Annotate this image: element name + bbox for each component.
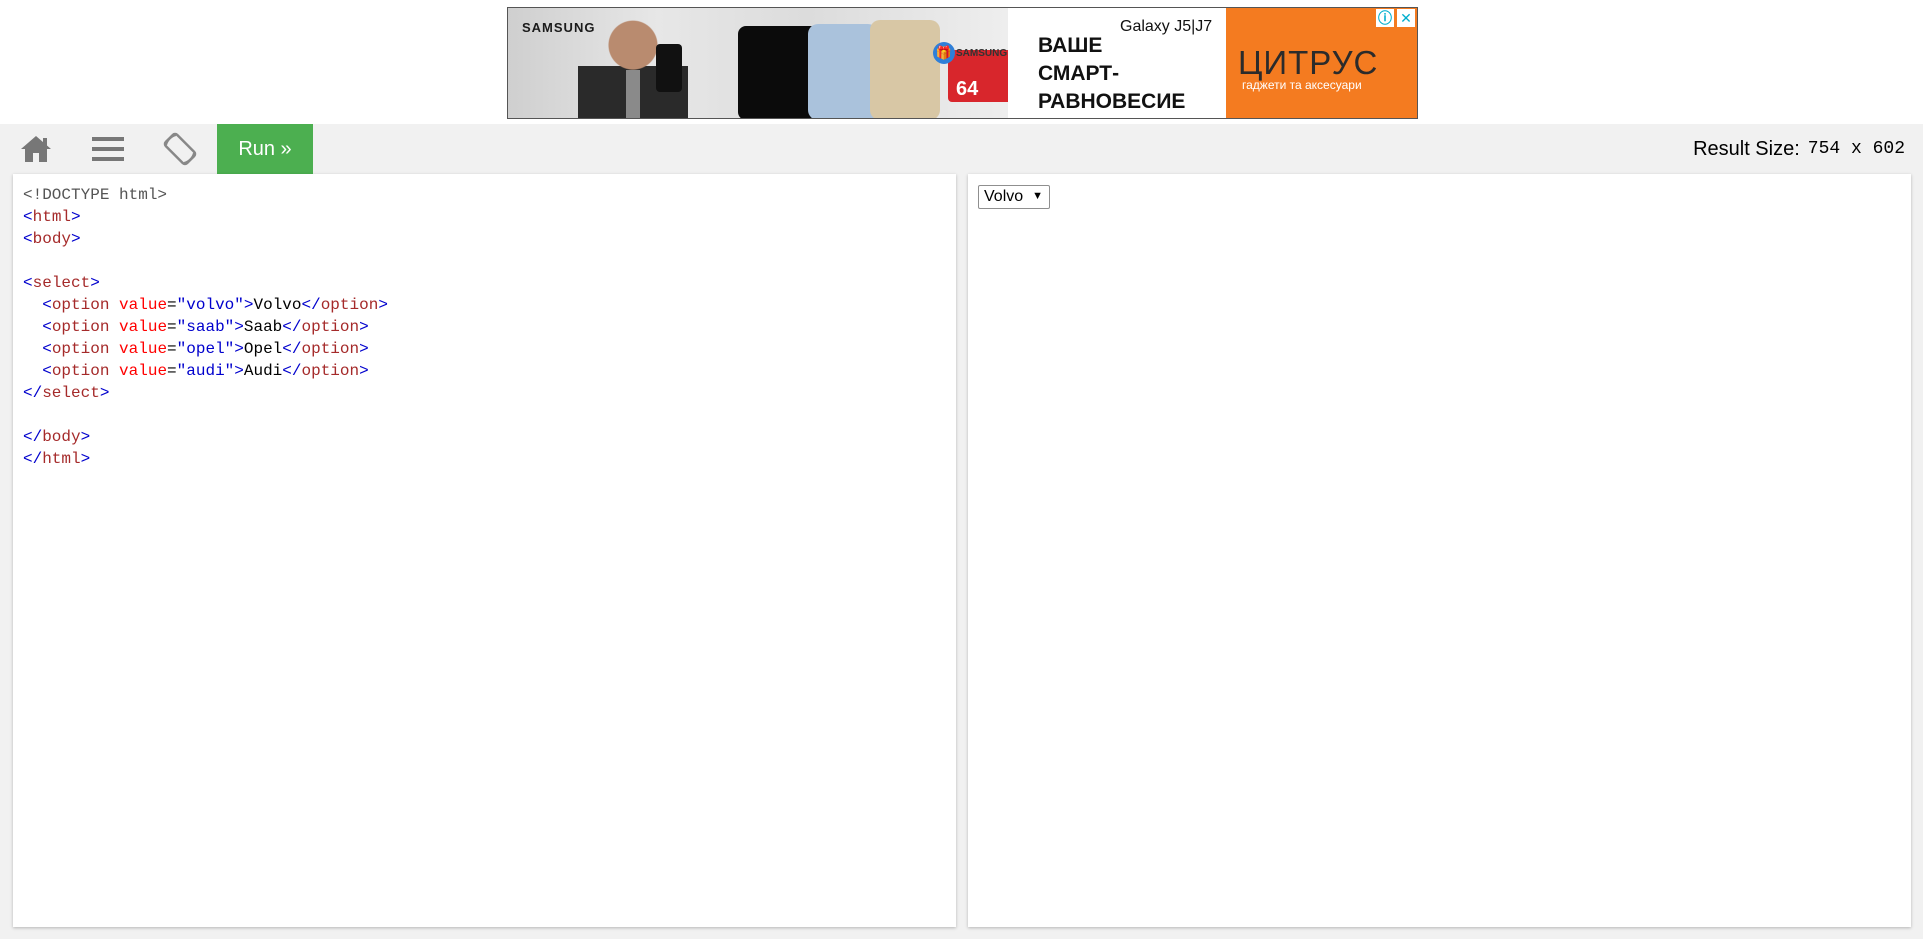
code-line: <option value="volvo">Volvo</option> [42, 296, 388, 314]
gift-icon: 🎁 [933, 42, 955, 64]
home-button[interactable] [1, 124, 71, 174]
ad-area: SAMSUNG SAMSUNG 64 🎁 Galaxy J5|J7 ВАШЕ С… [0, 0, 1923, 124]
toolbar: Run » Result Size: 754 x 602 [0, 124, 1923, 174]
result-size-value: 754 x 602 [1807, 139, 1905, 159]
ad-brand: SAMSUNG [522, 20, 596, 35]
rotate-button[interactable] [145, 124, 215, 174]
ad-controls: ⓘ ✕ [1376, 9, 1415, 27]
code-line: <body> [23, 230, 81, 248]
run-button[interactable]: Run » [217, 124, 313, 174]
result-size-label: Result Size: [1693, 137, 1800, 160]
code-line: <html> [23, 208, 81, 226]
ad-logo: ЦИТРУС [1238, 44, 1379, 81]
ad-phone-small [656, 44, 682, 92]
code-line: </body> [23, 428, 91, 446]
ad-slogan: ВАШЕ СМАРТ- РАВНОВЕСИЕ [1038, 34, 1186, 113]
code-line: </select> [23, 384, 110, 402]
ad-phone-gold [870, 20, 940, 118]
code-line: <option value="saab">Saab</option> [42, 318, 369, 336]
info-icon[interactable]: ⓘ [1376, 9, 1394, 27]
home-icon [21, 136, 51, 162]
ad-card-brand: SAMSUNG [956, 48, 1008, 59]
code-line: <option value="opel">Opel</option> [42, 340, 369, 358]
close-icon[interactable]: ✕ [1397, 9, 1415, 27]
menu-icon [92, 137, 124, 161]
car-select-value: Volvo [984, 188, 1024, 205]
ad-phone-blue [808, 24, 878, 118]
code-line: <option value="audi">Audi</option> [42, 362, 369, 380]
rotate-icon [163, 132, 197, 166]
code-text[interactable]: <!DOCTYPE html> <html> <body> <select> <opt… [23, 184, 388, 470]
car-select[interactable]: Volvo ▼ [978, 185, 1050, 209]
ad-logo-subtitle: гаджети та аксесуари [1242, 78, 1362, 92]
ad-tie [626, 70, 640, 118]
result-frame: Volvo ▼ [968, 174, 1911, 927]
menu-button[interactable] [73, 124, 143, 174]
ad-phone-black [738, 26, 818, 118]
code-line: </html> [23, 450, 91, 468]
ad-card-capacity: 64 [956, 78, 979, 100]
result-size: Result Size: 754 x 602 [1693, 124, 1905, 174]
workspace: <!DOCTYPE html> <html> <body> <select> <opt… [0, 174, 1923, 939]
code-editor[interactable]: <!DOCTYPE html> <html> <body> <select> <opt… [13, 174, 956, 927]
code-line: <select> [23, 274, 100, 292]
dropdown-arrow-icon: ▼ [1032, 190, 1043, 202]
code-line: <!DOCTYPE html> [23, 186, 168, 204]
ad-banner[interactable]: SAMSUNG SAMSUNG 64 🎁 Galaxy J5|J7 ВАШЕ С… [507, 7, 1418, 119]
